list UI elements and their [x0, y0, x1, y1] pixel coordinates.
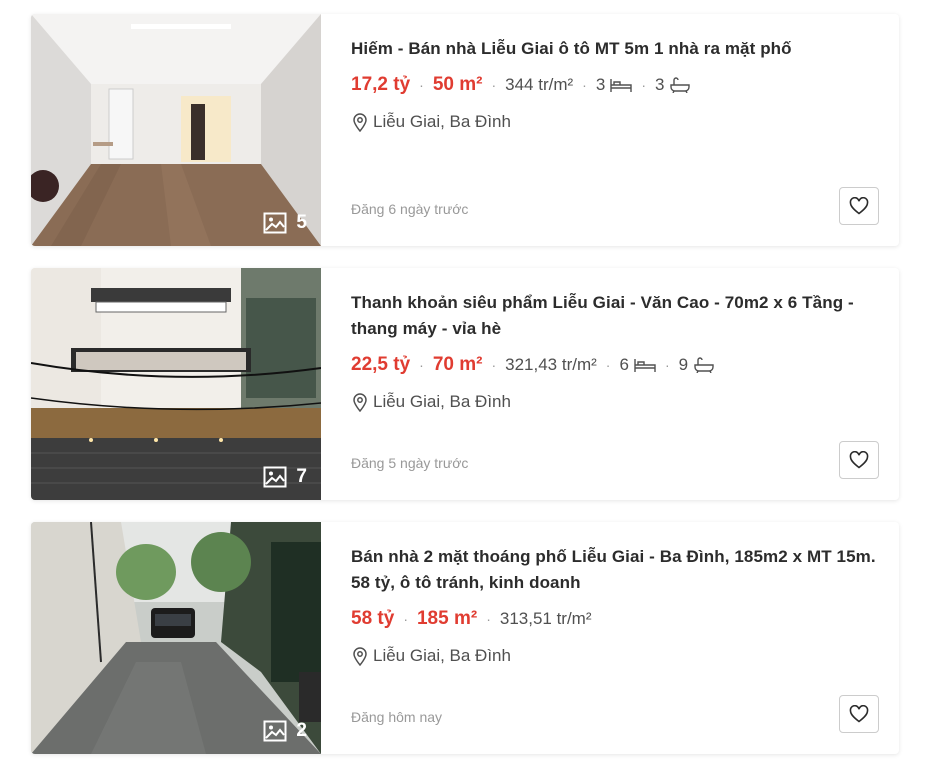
listing-card[interactable]: 2 Bán nhà 2 mặt thoáng phố Liễu Giai - B… — [31, 522, 899, 754]
listing-photo[interactable]: 5 — [31, 14, 321, 246]
location-text: Liễu Giai, Ba Đình — [373, 112, 511, 131]
location-text: Liễu Giai, Ba Đình — [373, 392, 511, 411]
posted-time: Đăng 6 ngày trước — [351, 201, 469, 217]
map-pin-icon — [353, 113, 367, 132]
listing-area: 70 m² — [432, 354, 483, 375]
separator: · — [486, 611, 491, 627]
bathroom-count: 9 — [679, 352, 715, 378]
separator: · — [419, 357, 424, 373]
separator: · — [664, 357, 670, 373]
listing-card[interactable]: 5 Hiếm - Bán nhà Liễu Giai ô tô MT 5m 1 … — [31, 14, 899, 246]
favorite-button[interactable] — [839, 695, 879, 733]
listing-location: Liễu Giai, Ba Đình — [351, 112, 879, 132]
map-pin-icon — [353, 393, 367, 412]
listing-area: 50 m² — [432, 74, 483, 95]
bathtub-icon — [694, 357, 714, 373]
separator: · — [491, 357, 497, 373]
photo-count: 2 — [263, 720, 307, 742]
heart-icon — [849, 705, 869, 723]
listing-meta: 58 tỷ · 185 m² · 313,51 tr/m² — [351, 606, 879, 632]
map-pin-icon — [353, 647, 367, 666]
listing-title[interactable]: Hiếm - Bán nhà Liễu Giai ô tô MT 5m 1 nh… — [351, 36, 879, 62]
listing-price: 22,5 tỷ — [351, 354, 411, 375]
separator: · — [605, 357, 611, 373]
bathroom-value: 3 — [654, 75, 665, 94]
bedroom-count: 3 — [595, 72, 633, 98]
separator: · — [582, 77, 587, 93]
heart-icon — [849, 451, 869, 469]
image-icon — [263, 720, 287, 742]
listing-title[interactable]: Bán nhà 2 mặt thoáng phố Liễu Giai - Ba … — [351, 544, 879, 596]
posted-time: Đăng 5 ngày trước — [351, 455, 469, 471]
photo-count-value: 5 — [296, 212, 307, 233]
listing-photo[interactable]: 7 — [31, 268, 321, 500]
bedroom-value: 6 — [619, 355, 629, 374]
separator: · — [419, 77, 424, 93]
photo-count: 7 — [263, 466, 307, 488]
listing-title[interactable]: Thanh khoản siêu phẩm Liễu Giai - Văn Ca… — [351, 290, 879, 342]
posted-time: Đăng hôm nay — [351, 709, 443, 725]
location-text: Liễu Giai, Ba Đình — [373, 646, 511, 665]
bedroom-count: 6 — [619, 352, 656, 378]
favorite-button[interactable] — [839, 441, 879, 479]
listing-meta: 22,5 tỷ · 70 m² · 321,43 tr/m² · 6 · 9 — [351, 352, 879, 378]
bathroom-value: 9 — [678, 355, 689, 374]
photo-count: 5 — [263, 212, 307, 234]
separator: · — [403, 611, 408, 627]
heart-icon — [849, 197, 869, 215]
listing-area: 185 m² — [416, 608, 478, 629]
favorite-button[interactable] — [839, 187, 879, 225]
photo-count-value: 7 — [296, 466, 307, 487]
listing-card[interactable]: 7 Thanh khoản siêu phẩm Liễu Giai - Văn … — [31, 268, 899, 500]
price-per-m2: 344 tr/m² — [505, 75, 574, 94]
bathtub-icon — [670, 77, 691, 93]
bedroom-value: 3 — [595, 75, 606, 94]
image-icon — [263, 212, 287, 234]
listing-price: 58 tỷ — [351, 608, 395, 629]
listing-location: Liễu Giai, Ba Đình — [351, 646, 879, 666]
listing-photo[interactable]: 2 — [31, 522, 321, 754]
price-per-m2: 321,43 tr/m² — [505, 355, 597, 374]
bed-icon — [610, 79, 633, 92]
listing-price: 17,2 tỷ — [351, 74, 411, 95]
bathroom-count: 3 — [655, 72, 691, 98]
listing-location: Liễu Giai, Ba Đình — [351, 392, 879, 412]
separator: · — [641, 77, 646, 93]
separator: · — [491, 77, 497, 93]
photo-count-value: 2 — [296, 720, 307, 741]
listing-meta: 17,2 tỷ · 50 m² · 344 tr/m² · 3 · 3 — [351, 72, 879, 98]
bed-icon — [634, 359, 656, 372]
price-per-m2: 313,51 tr/m² — [499, 609, 592, 628]
image-icon — [263, 466, 287, 488]
